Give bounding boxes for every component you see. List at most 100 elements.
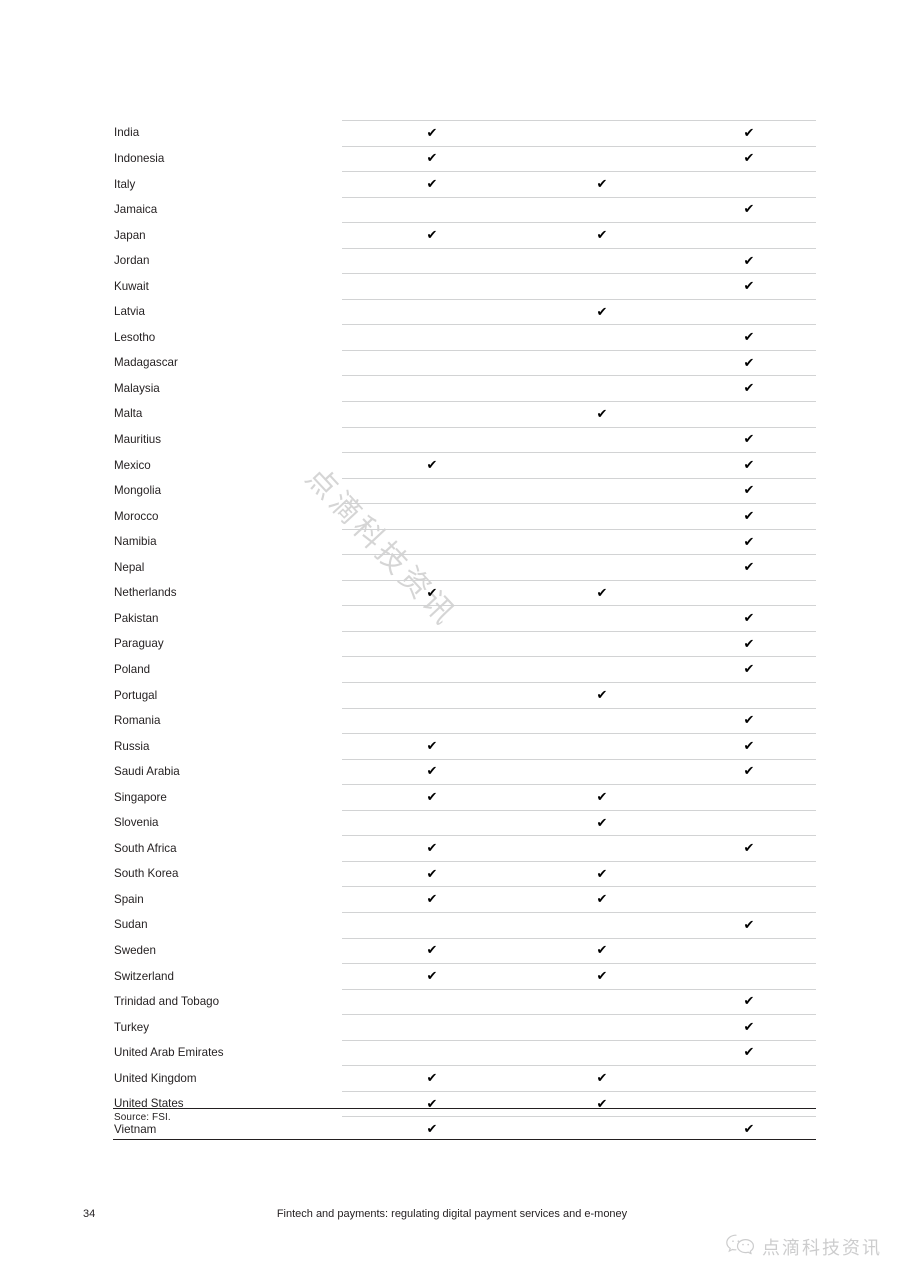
- check-icon: ✔: [743, 151, 755, 167]
- check-icon: ✔: [596, 968, 608, 984]
- check-cell-column-1: ✔: [342, 452, 522, 479]
- check-cell-column-3: ✔: [682, 630, 816, 657]
- check-cell-column-1: ✔: [342, 196, 522, 223]
- check-cell-column-1: ✔: [342, 1065, 522, 1092]
- table-row: Portugal ✔ ✔ ✔: [113, 682, 816, 709]
- check-icon: ✔: [426, 892, 438, 908]
- check-cell-column-1: ✔: [342, 298, 522, 325]
- check-cell-column-3: ✔: [682, 349, 816, 376]
- check-cell-column-1: ✔: [342, 682, 522, 709]
- check-cell-column-1: ✔: [342, 784, 522, 811]
- check-cell-column-3: ✔: [682, 579, 816, 606]
- table-row: Latvia ✔ ✔ ✔: [113, 298, 816, 325]
- check-icon: ✔: [426, 841, 438, 857]
- country-name-cell: Singapore: [114, 790, 167, 804]
- table-row: Trinidad and Tobago✔✔✔: [113, 988, 816, 1015]
- check-cell-column-3: ✔: [682, 784, 816, 811]
- country-name-cell: Netherlands: [114, 586, 177, 600]
- table-row: Jamaica✔✔✔: [113, 196, 816, 223]
- brand-watermark-badge: 点滴科技资讯: [725, 1233, 882, 1260]
- check-cell-column-2: ✔: [522, 835, 682, 862]
- check-cell-column-2: ✔: [522, 707, 682, 734]
- check-icon: ✔: [426, 227, 438, 243]
- country-name-cell: Mongolia: [114, 484, 162, 498]
- check-icon: ✔: [743, 534, 755, 550]
- check-cell-column-1: ✔: [342, 426, 522, 453]
- country-name-cell: South Africa: [114, 841, 177, 855]
- check-icon: ✔: [743, 560, 755, 576]
- table-row: Turkey✔✔✔: [113, 1014, 816, 1041]
- check-cell-column-2: ✔: [522, 298, 682, 325]
- country-name-cell: United Kingdom: [114, 1071, 197, 1085]
- country-name-cell: Indonesia: [114, 152, 165, 166]
- check-cell-column-1: ✔: [342, 401, 522, 428]
- check-icon: ✔: [596, 943, 608, 959]
- check-cell-column-3: ✔: [682, 477, 816, 504]
- check-cell-column-1: ✔: [342, 1090, 522, 1117]
- check-cell-column-2: ✔: [522, 324, 682, 351]
- check-cell-column-1: ✔: [342, 860, 522, 887]
- check-icon: ✔: [426, 866, 438, 882]
- check-cell-column-1: ✔: [342, 247, 522, 274]
- country-name-cell: Nepal: [114, 560, 145, 574]
- check-cell-column-1: ✔: [342, 1039, 522, 1066]
- table-row: Mauritius✔✔✔: [113, 426, 816, 453]
- check-icon: ✔: [743, 483, 755, 499]
- check-icon: ✔: [743, 636, 755, 652]
- country-name-cell: Malta: [114, 407, 143, 421]
- check-cell-column-2: ✔: [522, 247, 682, 274]
- table-row: Jordan✔✔✔: [113, 247, 816, 274]
- table-row: Singapore ✔ ✔ ✔: [113, 784, 816, 811]
- check-icon: ✔: [743, 841, 755, 857]
- check-cell-column-3: ✔: [682, 707, 816, 734]
- country-name-cell: Jamaica: [114, 203, 158, 217]
- check-icon: ✔: [743, 330, 755, 346]
- country-name-cell: Latvia: [114, 305, 145, 319]
- check-icon: ✔: [743, 764, 755, 780]
- check-icon: ✔: [743, 994, 755, 1010]
- check-icon: ✔: [743, 279, 755, 295]
- country-name-cell: Spain: [114, 892, 144, 906]
- table-row: Russia ✔ ✔ ✔: [113, 733, 816, 760]
- check-icon: ✔: [426, 968, 438, 984]
- check-cell-column-1: ✔: [342, 324, 522, 351]
- check-cell-column-3: ✔: [682, 426, 816, 453]
- check-cell-column-1: ✔: [342, 145, 522, 172]
- document-page: 点滴科技资讯 India✔✔✔Indonesia✔✔✔Italy✔✔✔Jamai…: [0, 0, 904, 1280]
- table-row: United Arab Emirates✔✔✔: [113, 1039, 816, 1066]
- check-cell-column-1: ✔: [342, 707, 522, 734]
- check-icon: ✔: [743, 662, 755, 678]
- check-cell-column-3: ✔: [682, 324, 816, 351]
- check-cell-column-3: ✔: [682, 222, 816, 249]
- check-cell-column-1: ✔: [342, 273, 522, 300]
- check-cell-column-3: ✔: [682, 733, 816, 760]
- check-icon: ✔: [426, 125, 438, 141]
- check-cell-column-2: ✔: [522, 426, 682, 453]
- check-icon: ✔: [743, 917, 755, 933]
- country-name-cell: Mexico: [114, 458, 151, 472]
- check-icon: ✔: [596, 687, 608, 703]
- check-cell-column-1: ✔: [342, 171, 522, 198]
- table-row: Switzerland ✔ ✔ ✔: [113, 963, 816, 990]
- check-cell-column-2: ✔: [522, 937, 682, 964]
- country-name-cell: Mauritius: [114, 433, 162, 447]
- country-name-cell: Sudan: [114, 918, 148, 932]
- check-cell-column-3: ✔: [682, 835, 816, 862]
- check-icon: ✔: [596, 789, 608, 805]
- table-bottom-rule: [113, 1108, 816, 1109]
- check-cell-column-2: ✔: [522, 860, 682, 887]
- check-cell-column-1: ✔: [342, 656, 522, 683]
- table-row: Malaysia✔✔✔: [113, 375, 816, 402]
- check-cell-column-3: ✔: [682, 145, 816, 172]
- check-icon: ✔: [426, 1071, 438, 1086]
- check-icon: ✔: [743, 508, 755, 524]
- country-name-cell: Sweden: [114, 943, 156, 957]
- check-cell-column-3: ✔: [682, 375, 816, 402]
- table-row: Indonesia ✔ ✔ ✔: [113, 145, 816, 172]
- check-cell-column-2: ✔: [522, 1090, 682, 1117]
- check-cell-column-2: ✔: [522, 886, 682, 913]
- country-name-cell: Pakistan: [114, 611, 159, 625]
- check-cell-column-3: ✔: [682, 401, 816, 428]
- table-row: Morocco✔✔✔: [113, 503, 816, 530]
- table-row: Pakistan✔✔✔: [113, 605, 816, 632]
